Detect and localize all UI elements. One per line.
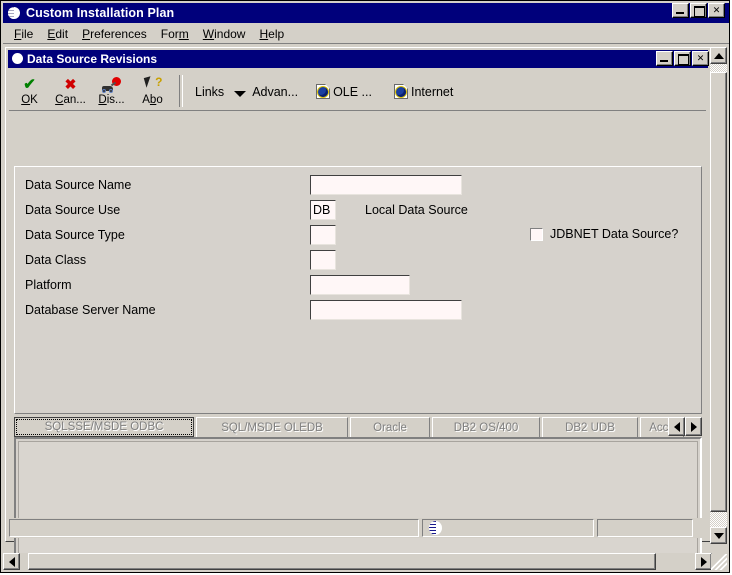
globe-icon xyxy=(10,52,24,66)
detail-grid-inner[interactable] xyxy=(18,441,698,561)
resize-grip[interactable] xyxy=(711,554,727,570)
horizontal-scroll-thumb[interactable] xyxy=(28,553,656,570)
detail-grid-area[interactable] xyxy=(14,437,702,565)
ole-link[interactable]: OLE ... xyxy=(333,85,372,99)
data-source-name-input[interactable] xyxy=(310,175,462,195)
data-source-revisions-window: Data Source Revisions ✕ ✔ OK ✖ Can... Di… xyxy=(5,47,711,565)
menu-help[interactable]: Help xyxy=(252,26,291,42)
app-title: Custom Installation Plan xyxy=(26,6,175,20)
status-panel-3 xyxy=(597,519,693,537)
child-titlebar[interactable]: Data Source Revisions xyxy=(8,50,708,68)
globe-icon xyxy=(6,6,22,20)
label-data-source-use: Data Source Use xyxy=(25,203,121,217)
arrow-down-icon xyxy=(713,532,724,539)
app-close-button[interactable]: ✕ xyxy=(708,3,725,18)
app-minimize-button[interactable] xyxy=(672,3,689,18)
cancel-button[interactable]: ✖ Can... xyxy=(50,73,91,109)
display-button-label: Dis... xyxy=(98,94,125,106)
vertical-scrollbar[interactable] xyxy=(710,47,727,544)
label-data-class: Data Class xyxy=(25,253,87,267)
scroll-up-button[interactable] xyxy=(710,47,727,64)
menu-window[interactable]: Window xyxy=(196,26,253,42)
tab-sql-msde-oledb[interactable]: SQL/MSDE OLEDB xyxy=(196,417,348,437)
check-icon: ✔ xyxy=(23,76,36,93)
child-close-button[interactable]: ✕ xyxy=(692,51,709,66)
cancel-button-label: Can... xyxy=(55,94,86,106)
menu-edit[interactable]: Edit xyxy=(40,26,75,42)
tab-oracle[interactable]: Oracle xyxy=(350,417,430,437)
display-button[interactable]: Dis... xyxy=(91,73,132,109)
child-maximize-button[interactable] xyxy=(674,51,691,66)
checkbox-box[interactable] xyxy=(530,227,543,241)
child-minimize-button[interactable] xyxy=(656,51,673,66)
database-server-name-input[interactable] xyxy=(310,300,462,320)
advanced-link[interactable]: Advan... xyxy=(252,85,298,99)
about-button[interactable]: ? Abo xyxy=(132,73,173,109)
status-bar xyxy=(9,518,706,538)
vertical-scroll-thumb[interactable] xyxy=(710,72,727,512)
status-panel-1 xyxy=(9,519,419,537)
tab-sqlsse-msde-odbc[interactable]: SQLSSE/MSDE ODBC xyxy=(14,417,194,437)
about-button-label: Abo xyxy=(142,94,163,106)
scroll-down-button[interactable] xyxy=(710,527,727,544)
globe-icon xyxy=(429,521,442,535)
cursor-question-icon: ? xyxy=(142,76,164,93)
platform-input[interactable] xyxy=(310,275,410,295)
links-label: Links xyxy=(195,85,225,99)
menu-preferences[interactable]: Preferences xyxy=(75,26,154,42)
jdbnet-checkbox-label: JDBNET Data Source? xyxy=(550,227,679,241)
menubar: FFileile Edit Preferences Form Window He… xyxy=(3,25,729,44)
arrow-up-icon xyxy=(713,52,724,59)
scroll-right-button[interactable] xyxy=(695,553,712,570)
ok-button-label: OK xyxy=(21,94,38,106)
tab-scroll-buttons xyxy=(668,417,702,436)
toolbar: ✔ OK ✖ Can... Dis... ? Abo Links Advan..… xyxy=(9,71,706,111)
status-panel-2 xyxy=(422,519,594,537)
form-panel: Data Source Name Data Source Use Data So… xyxy=(14,166,702,414)
scroll-track-top[interactable] xyxy=(710,64,727,72)
toolbar-separator xyxy=(179,75,183,107)
child-window-controls: ✕ xyxy=(656,51,709,66)
chevron-down-icon[interactable] xyxy=(234,91,247,97)
label-database-server-name: Database Server Name xyxy=(25,303,156,317)
x-cancel-icon: ✖ xyxy=(64,76,77,92)
application-window: Custom Installation Plan ✕ FFileile Edit… xyxy=(0,0,730,573)
local-data-source-text: Local Data Source xyxy=(365,203,468,217)
display-car-icon xyxy=(101,76,123,93)
internet-link[interactable]: Internet xyxy=(411,85,453,99)
arrow-left-icon xyxy=(673,421,680,432)
arrow-right-icon xyxy=(700,556,707,567)
tab-strip: SQLSSE/MSDE ODBC SQL/MSDE OLEDB Oracle D… xyxy=(14,417,702,437)
child-window-title: Data Source Revisions xyxy=(27,52,158,66)
jdbnet-data-source-checkbox[interactable]: JDBNET Data Source? xyxy=(530,227,678,241)
app-window-controls: ✕ xyxy=(672,3,725,18)
menu-file[interactable]: FFileile xyxy=(7,26,40,42)
tab-db2-udb[interactable]: DB2 UDB xyxy=(542,417,638,437)
data-source-use-input[interactable] xyxy=(310,200,336,220)
scroll-track-bottom[interactable] xyxy=(710,512,727,527)
close-icon: ✕ xyxy=(712,5,721,15)
data-source-type-input[interactable] xyxy=(310,225,336,245)
tab-scroll-right-button[interactable] xyxy=(685,417,702,436)
document-globe-icon xyxy=(393,84,408,99)
document-globe-icon xyxy=(316,84,331,99)
arrow-left-icon xyxy=(8,556,15,567)
menu-form[interactable]: Form xyxy=(154,26,196,42)
label-data-source-name: Data Source Name xyxy=(25,178,132,192)
data-class-input[interactable] xyxy=(310,250,336,270)
horizontal-scrollbar[interactable] xyxy=(3,553,712,570)
label-data-source-type: Data Source Type xyxy=(25,228,125,242)
label-platform: Platform xyxy=(25,278,72,292)
app-titlebar[interactable]: Custom Installation Plan xyxy=(3,3,729,23)
app-maximize-button[interactable] xyxy=(690,3,707,18)
scroll-left-button[interactable] xyxy=(3,553,20,570)
tab-db2-os400[interactable]: DB2 OS/400 xyxy=(432,417,540,437)
tab-scroll-left-button[interactable] xyxy=(668,417,685,436)
close-icon: ✕ xyxy=(696,53,705,63)
arrow-right-icon xyxy=(690,421,697,432)
ok-button[interactable]: ✔ OK xyxy=(9,73,50,109)
